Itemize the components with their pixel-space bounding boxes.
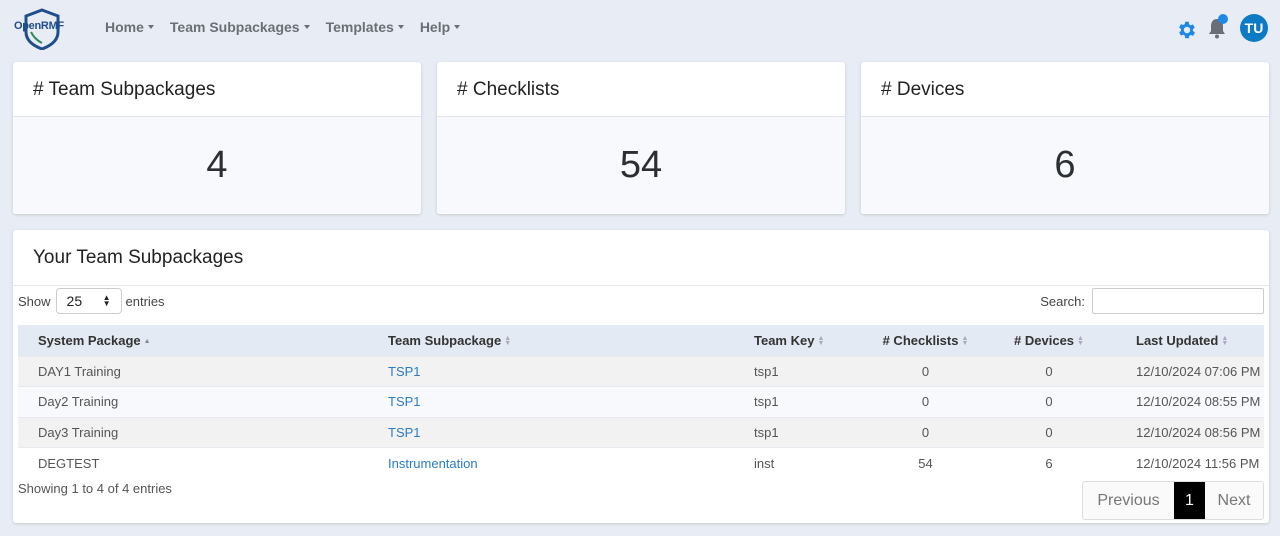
cell-devices: 6 bbox=[985, 447, 1113, 478]
page-length-control: Show 25 ▲ ▼ entries bbox=[18, 288, 165, 314]
cell-last-updated: 12/10/2024 08:55 PM bbox=[1113, 386, 1264, 417]
cell-checklists: 54 bbox=[866, 447, 985, 478]
team-subpackages-card: Your Team Subpackages Show 25 ▲ ▼ entries… bbox=[13, 230, 1269, 523]
col-devices[interactable]: # Devices ▲ ▼ bbox=[985, 325, 1113, 356]
notification-badge bbox=[1218, 14, 1228, 24]
team-subpackage-link[interactable]: TSP1 bbox=[388, 425, 421, 440]
cell-devices: 0 bbox=[985, 355, 1113, 387]
table-row: Day2 Training TSP1 tsp1 0 0 12/10/2024 0… bbox=[18, 386, 1264, 417]
nav-help[interactable]: Help bbox=[420, 19, 461, 35]
cell-team-subpackage: Instrumentation bbox=[368, 447, 734, 478]
sort-icon: ▲ ▼ bbox=[1221, 335, 1229, 348]
cell-devices: 0 bbox=[985, 416, 1113, 448]
caret-down-icon bbox=[454, 25, 461, 29]
col-team-subpackage[interactable]: Team Subpackage ▲ ▼ bbox=[368, 325, 734, 356]
stat-card-devices: # Devices 6 bbox=[861, 62, 1269, 214]
cell-team-key: tsp1 bbox=[734, 416, 866, 448]
team-subpackage-link[interactable]: Instrumentation bbox=[388, 456, 478, 471]
stat-label: # Checklists bbox=[437, 62, 845, 117]
gear-icon[interactable] bbox=[1176, 19, 1198, 41]
stat-label: # Devices bbox=[861, 62, 1269, 117]
entries-label: entries bbox=[125, 293, 165, 309]
cell-team-key: tsp1 bbox=[734, 386, 866, 417]
stat-value: 4 bbox=[13, 117, 421, 213]
nav-actions: TU bbox=[1176, 14, 1268, 42]
subpackages-table: System Package ▲ Team Subpackage ▲ ▼ Team K… bbox=[18, 325, 1264, 478]
stat-label: # Team Subpackages bbox=[13, 62, 421, 117]
show-label: Show bbox=[18, 293, 51, 309]
cell-team-key: tsp1 bbox=[734, 355, 866, 387]
nav-templates[interactable]: Templates bbox=[326, 19, 404, 35]
cell-system-package: DAY1 Training bbox=[18, 355, 368, 387]
cell-team-subpackage: TSP1 bbox=[368, 416, 734, 448]
team-subpackage-link[interactable]: TSP1 bbox=[388, 394, 421, 409]
card-title: Your Team Subpackages bbox=[13, 230, 1269, 286]
main-menu: Home Team Subpackages Templates Help bbox=[105, 19, 476, 35]
openrmf-logo[interactable]: OpenRMF bbox=[12, 8, 72, 50]
navbar: OpenRMF Home Team Subpackages Templates … bbox=[0, 0, 1280, 56]
cell-last-updated: 12/10/2024 07:06 PM bbox=[1113, 355, 1264, 387]
table-search: Search: bbox=[1040, 288, 1264, 314]
cell-checklists: 0 bbox=[866, 355, 985, 387]
cell-team-subpackage: TSP1 bbox=[368, 355, 734, 387]
stat-value: 54 bbox=[437, 117, 845, 213]
table-row: DEGTEST Instrumentation inst 54 6 12/10/… bbox=[18, 447, 1264, 478]
caret-down-icon bbox=[303, 25, 310, 29]
sort-icon: ▲ ▼ bbox=[817, 335, 825, 348]
cell-checklists: 0 bbox=[866, 386, 985, 417]
next-button[interactable]: Next bbox=[1205, 482, 1263, 519]
sort-icon: ▲ ▼ bbox=[504, 335, 512, 348]
page-size-select[interactable]: 25 ▲ ▼ bbox=[55, 288, 122, 314]
table-header-row: System Package ▲ Team Subpackage ▲ ▼ Team K… bbox=[18, 325, 1264, 356]
table-info: Showing 1 to 4 of 4 entries bbox=[18, 481, 172, 496]
col-checklists[interactable]: # Checklists ▲ ▼ bbox=[866, 325, 985, 356]
search-label: Search: bbox=[1040, 293, 1085, 309]
cell-devices: 0 bbox=[985, 386, 1113, 417]
cell-last-updated: 12/10/2024 11:56 PM bbox=[1113, 447, 1264, 478]
search-input[interactable] bbox=[1092, 288, 1264, 314]
team-subpackage-link[interactable]: TSP1 bbox=[388, 364, 421, 379]
pagination: Previous 1 Next bbox=[1082, 481, 1264, 520]
col-team-key[interactable]: Team Key ▲ ▼ bbox=[734, 325, 866, 356]
sort-icon: ▲ ▼ bbox=[961, 335, 969, 348]
page-size-value: 25 bbox=[66, 293, 83, 309]
user-avatar[interactable]: TU bbox=[1240, 14, 1268, 42]
stat-card-team-subpackages: # Team Subpackages 4 bbox=[13, 62, 421, 214]
page-1-button[interactable]: 1 bbox=[1174, 482, 1205, 519]
table-row: Day3 Training TSP1 tsp1 0 0 12/10/2024 0… bbox=[18, 416, 1264, 448]
sort-asc-icon: ▲ bbox=[143, 337, 151, 345]
caret-down-icon bbox=[147, 25, 154, 29]
cell-checklists: 0 bbox=[866, 416, 985, 448]
col-system-package[interactable]: System Package ▲ bbox=[18, 325, 368, 356]
previous-button[interactable]: Previous bbox=[1083, 482, 1174, 519]
cell-system-package: Day3 Training bbox=[18, 416, 368, 448]
cell-team-key: inst bbox=[734, 447, 866, 478]
stat-card-checklists: # Checklists 54 bbox=[437, 62, 845, 214]
nav-team-subpackages[interactable]: Team Subpackages bbox=[170, 19, 310, 35]
col-last-updated[interactable]: Last Updated ▲ ▼ bbox=[1113, 325, 1264, 356]
cell-last-updated: 12/10/2024 08:56 PM bbox=[1113, 416, 1264, 448]
cell-team-subpackage: TSP1 bbox=[368, 386, 734, 417]
cell-system-package: DEGTEST bbox=[18, 447, 368, 478]
table-row: DAY1 Training TSP1 tsp1 0 0 12/10/2024 0… bbox=[18, 355, 1264, 387]
caret-down-icon bbox=[397, 25, 404, 29]
cell-system-package: Day2 Training bbox=[18, 386, 368, 417]
sort-icon: ▲ ▼ bbox=[1077, 335, 1084, 348]
stat-value: 6 bbox=[861, 117, 1269, 213]
brand-text: OpenRMF bbox=[14, 20, 64, 32]
notifications-button[interactable] bbox=[1206, 14, 1228, 40]
nav-home[interactable]: Home bbox=[105, 19, 154, 35]
select-arrows-icon: ▲ ▼ bbox=[102, 293, 111, 308]
